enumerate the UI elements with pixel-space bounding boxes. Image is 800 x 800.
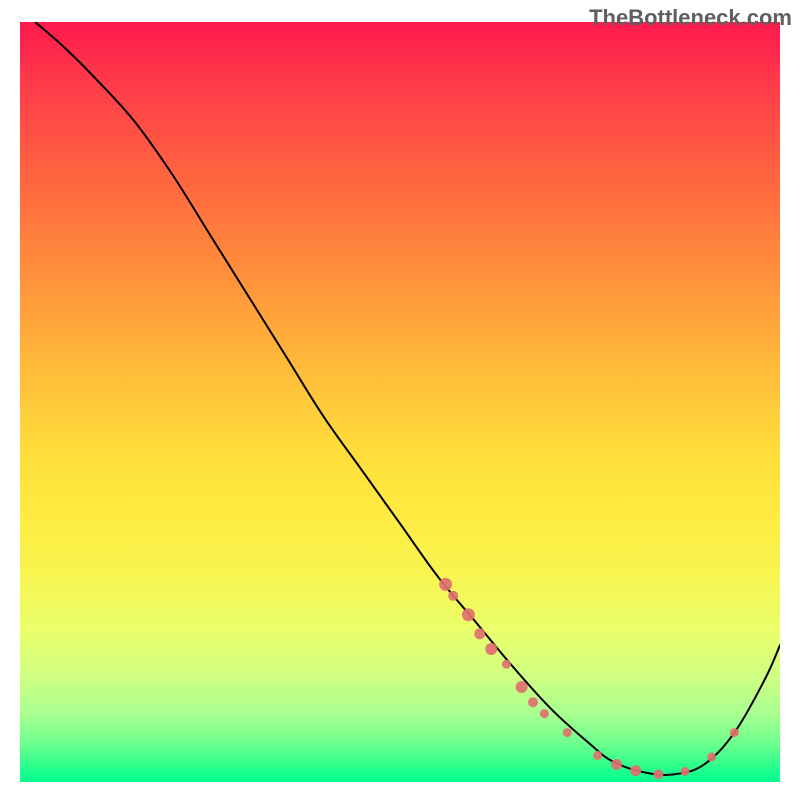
watermark-text: TheBottleneck.com	[589, 5, 792, 31]
highlight-marker	[563, 728, 572, 737]
highlight-marker	[681, 767, 690, 776]
highlight-marker	[653, 769, 663, 779]
highlight-marker	[730, 728, 739, 737]
highlight-marker	[707, 752, 716, 761]
highlight-marker	[439, 578, 452, 591]
highlight-marker	[474, 628, 485, 639]
highlight-markers	[439, 578, 739, 780]
bottleneck-curve	[35, 22, 780, 775]
chart-canvas: TheBottleneck.com	[0, 0, 800, 800]
highlight-marker	[485, 643, 497, 655]
chart-svg	[20, 22, 780, 782]
highlight-marker	[540, 709, 549, 718]
highlight-marker	[593, 751, 602, 760]
plot-area	[20, 22, 780, 782]
highlight-marker	[502, 660, 511, 669]
highlight-marker	[448, 591, 458, 601]
highlight-marker	[630, 765, 641, 776]
highlight-marker	[462, 608, 475, 621]
highlight-marker	[611, 759, 622, 770]
highlight-marker	[516, 681, 528, 693]
highlight-marker	[528, 697, 538, 707]
